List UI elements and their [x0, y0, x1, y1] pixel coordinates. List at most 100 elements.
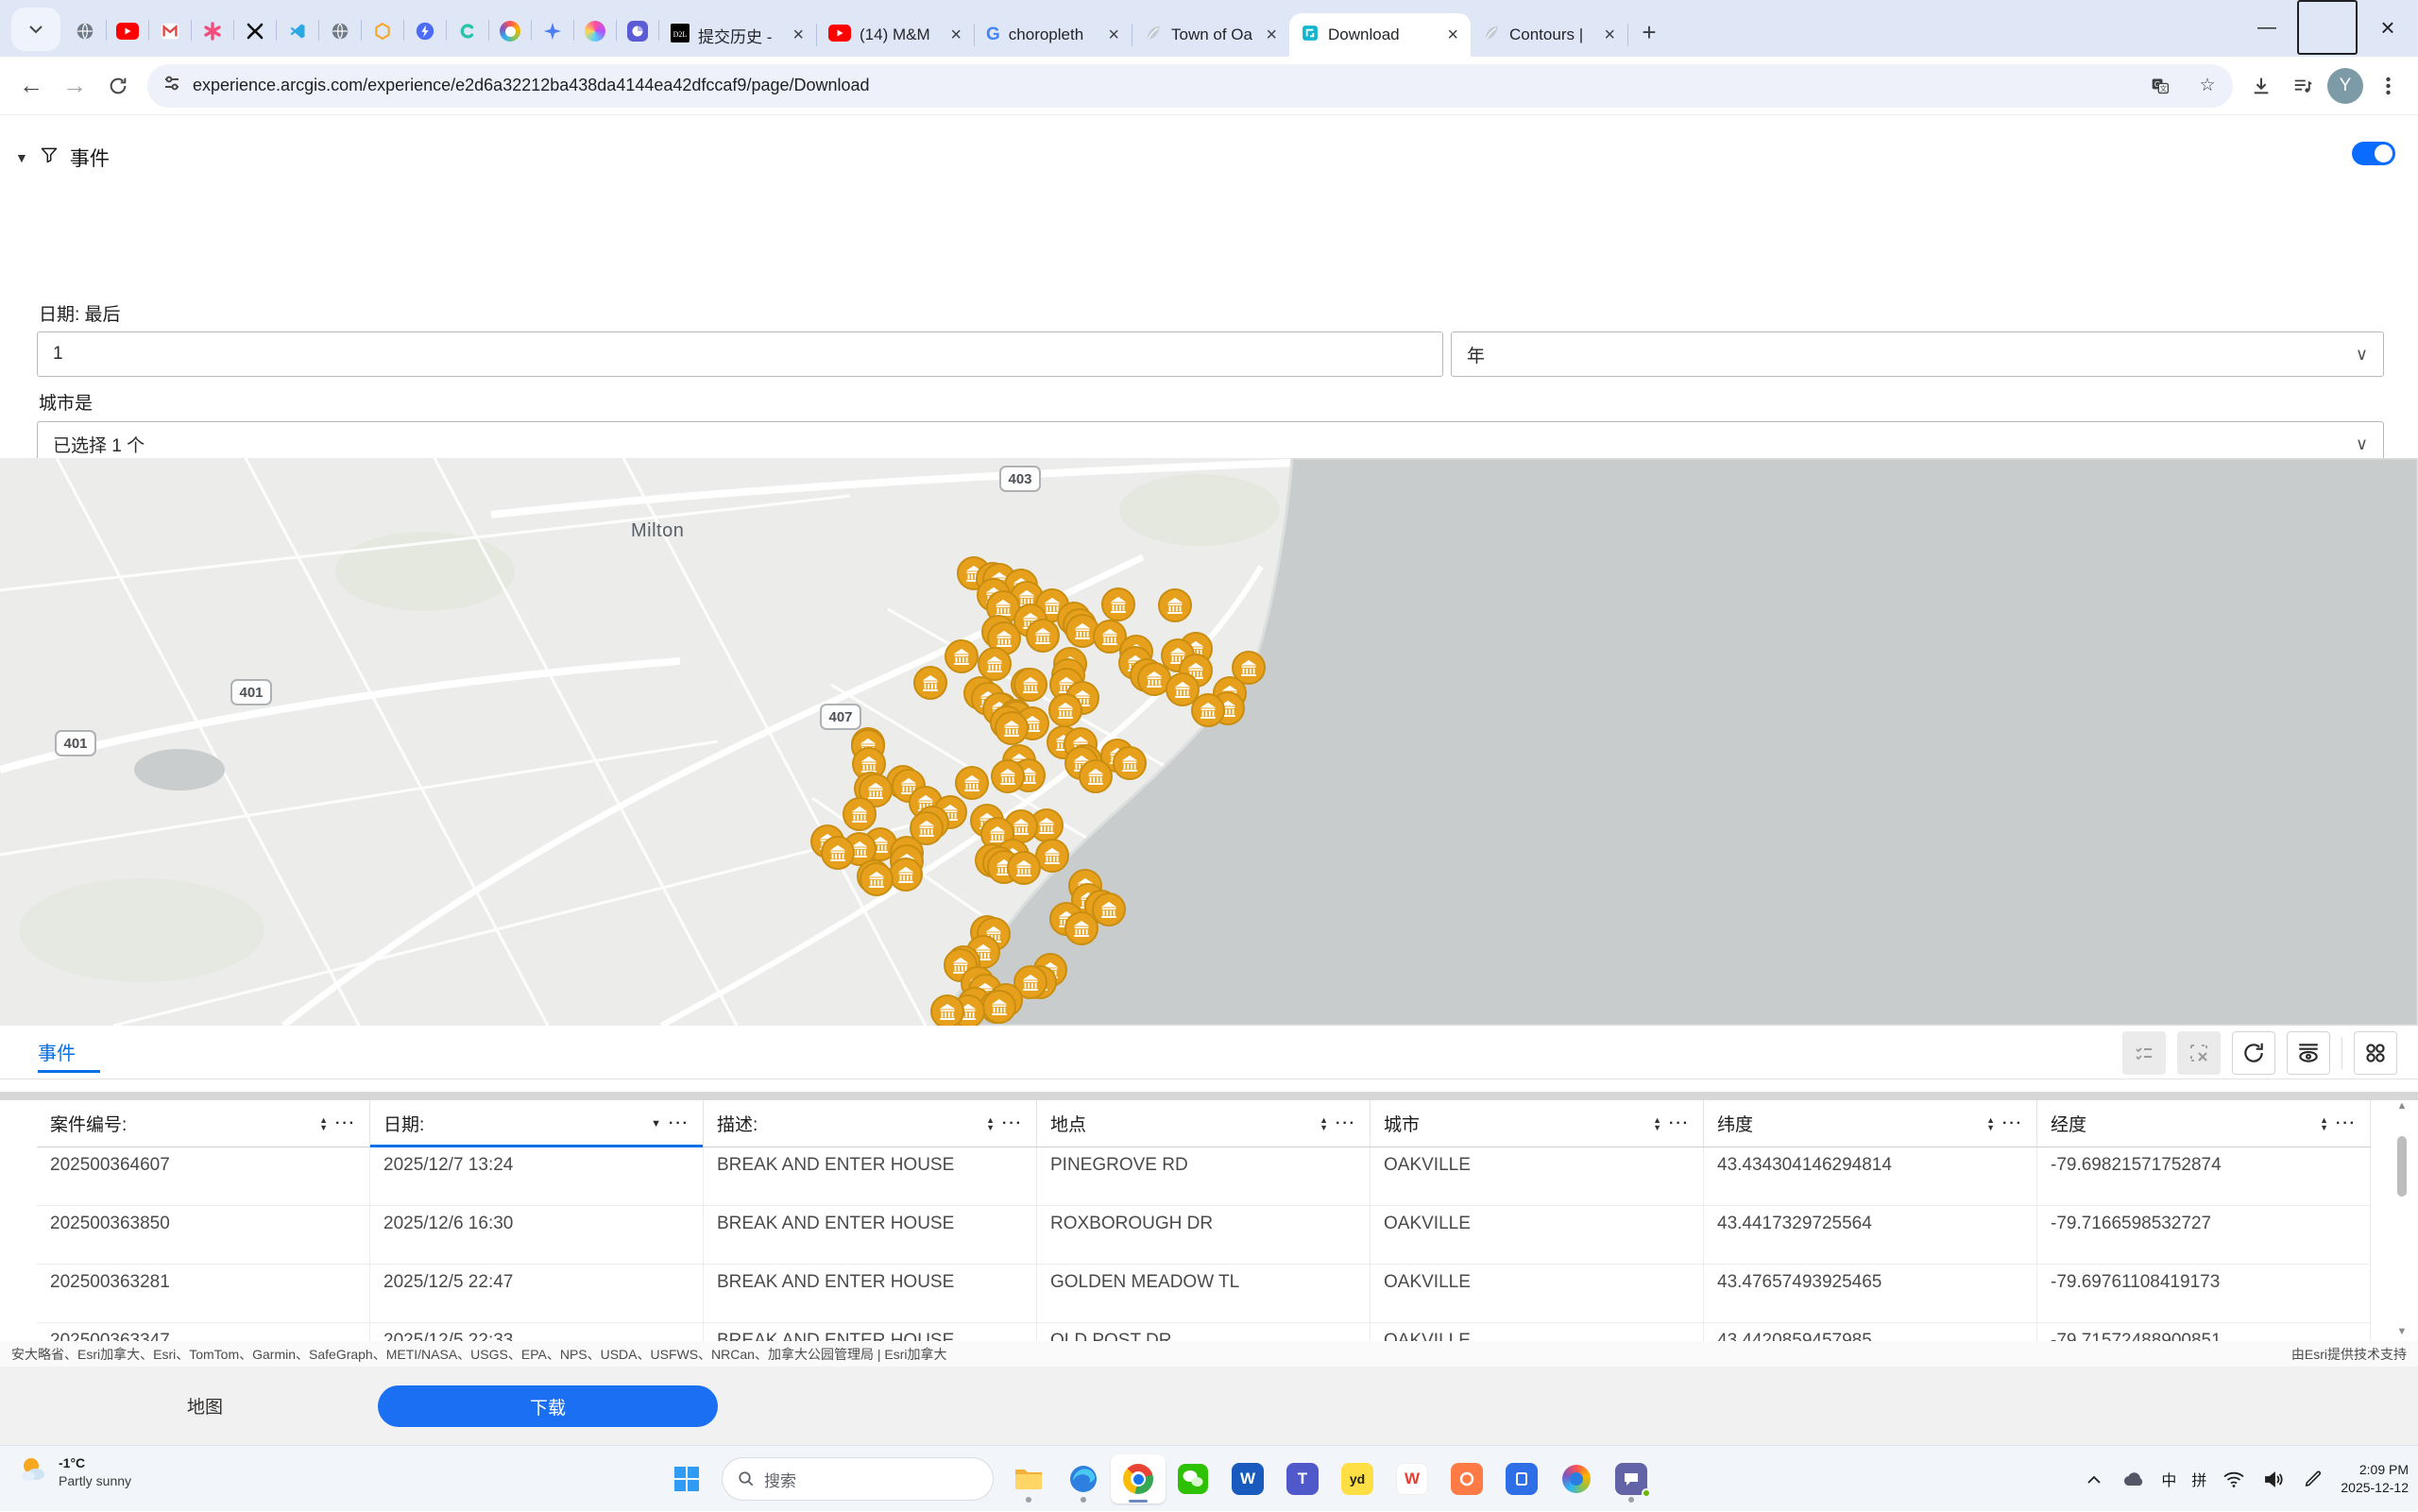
tab-search-button[interactable]	[11, 8, 60, 51]
date-unit-select[interactable]: 年∨	[1451, 331, 2384, 377]
pinned-tab-blob-icon[interactable]	[574, 14, 616, 48]
map-widget[interactable]: Milton 403 401 401 407	[0, 458, 2418, 1026]
column-header[interactable]: 地点▲▼···	[1037, 1100, 1371, 1147]
date-value-input[interactable]: 1	[37, 331, 1443, 377]
incident-marker-icon[interactable]	[991, 759, 1025, 793]
pinned-tab-c-app-icon[interactable]	[447, 14, 488, 48]
tab-close-icon[interactable]: ×	[1601, 25, 1618, 46]
bookmark-star-icon[interactable]: ☆	[2189, 68, 2225, 104]
column-header[interactable]: 案件编号:▲▼···	[37, 1100, 370, 1147]
ime-mode-button[interactable]: 拼	[2191, 1468, 2206, 1490]
pinned-tab-ring-icon[interactable]	[489, 14, 531, 48]
column-header[interactable]: 纬度▲▼···	[1704, 1100, 2037, 1147]
start-button[interactable]	[659, 1454, 714, 1504]
tab-close-icon[interactable]: ×	[947, 25, 964, 46]
table-row[interactable]: 2025003633472025/12/5 22:33BREAK AND ENT…	[37, 1323, 2371, 1341]
refresh-button[interactable]	[2232, 1031, 2275, 1075]
sort-icon[interactable]: ▲▼	[1986, 1116, 1995, 1131]
browser-tab-4[interactable]: Town of Oa×	[1132, 13, 1289, 57]
nav-map-link[interactable]: 地图	[187, 1393, 223, 1419]
pinned-tab-asterisk-icon[interactable]	[192, 14, 233, 48]
incident-marker-icon[interactable]	[955, 766, 989, 800]
scroll-up-icon[interactable]: ▲	[2397, 1100, 2408, 1112]
column-menu-icon[interactable]: ···	[2002, 1115, 2023, 1132]
close-button[interactable]: ×	[2358, 0, 2418, 55]
sort-icon[interactable]: ▲▼	[2320, 1116, 2328, 1131]
tab-close-icon[interactable]: ×	[1263, 25, 1280, 46]
clear-selection-button[interactable]	[2177, 1031, 2221, 1075]
column-menu-icon[interactable]: ···	[669, 1115, 690, 1132]
taskbar-app-wechat[interactable]	[1166, 1454, 1220, 1504]
column-menu-icon[interactable]: ···	[2336, 1115, 2357, 1132]
taskbar-app-edge[interactable]	[1056, 1454, 1111, 1504]
column-menu-icon[interactable]: ···	[1002, 1115, 1023, 1132]
incident-marker-icon[interactable]	[995, 711, 1029, 745]
translate-icon[interactable]: G文	[2142, 68, 2178, 104]
restore-button[interactable]	[2297, 0, 2358, 55]
pinned-tab-bolt-icon[interactable]	[404, 14, 446, 48]
back-button[interactable]: ←	[9, 64, 53, 108]
weather-widget[interactable]: -1°CPartly sunny	[17, 1453, 131, 1490]
collapse-caret-icon[interactable]: ▼	[15, 150, 28, 165]
incident-marker-icon[interactable]	[1113, 746, 1147, 780]
downloads-icon[interactable]	[2240, 65, 2282, 107]
reload-button[interactable]	[96, 64, 140, 108]
browser-menu-icon[interactable]	[2367, 65, 2409, 107]
profile-avatar[interactable]: Y	[2327, 68, 2363, 104]
table-scrollbar[interactable]: ▲ ▼	[2393, 1100, 2410, 1337]
incident-marker-icon[interactable]	[1191, 693, 1225, 727]
incident-marker-icon[interactable]	[1026, 619, 1060, 653]
incident-marker-icon[interactable]	[889, 858, 923, 892]
ime-language-button[interactable]: 中	[2161, 1468, 2176, 1490]
forward-button[interactable]: →	[53, 64, 96, 108]
sort-desc-icon[interactable]: ▼	[651, 1118, 661, 1130]
taskbar-app-browser-circle[interactable]	[1549, 1454, 1604, 1504]
pinned-tab-mark-icon[interactable]	[234, 14, 276, 48]
filter-toggle[interactable]	[2352, 142, 2395, 165]
taskbar-app-teams[interactable]: T	[1275, 1454, 1330, 1504]
pinned-tab-globe-icon[interactable]	[319, 14, 361, 48]
new-tab-button[interactable]: +	[1628, 11, 1670, 53]
show-hide-columns-button[interactable]	[2287, 1031, 2330, 1075]
pinned-tab-vscode-icon[interactable]	[277, 14, 318, 48]
incident-marker-icon[interactable]	[913, 666, 947, 700]
onedrive-cloud-icon[interactable]	[2121, 1471, 2146, 1487]
pen-icon[interactable]	[2301, 1470, 2325, 1487]
taskbar-search[interactable]: 搜索	[722, 1457, 994, 1501]
taskbar-app-file-explorer[interactable]	[1001, 1454, 1056, 1504]
pinned-tab-globe-icon[interactable]	[64, 14, 106, 48]
incident-marker-icon[interactable]	[843, 797, 877, 831]
incident-marker-icon[interactable]	[821, 836, 855, 870]
column-header[interactable]: 城市▲▼···	[1371, 1100, 1704, 1147]
minimize-button[interactable]: —	[2237, 0, 2297, 55]
incident-marker-icon[interactable]	[1101, 587, 1135, 621]
scroll-down-icon[interactable]: ▼	[2397, 1326, 2408, 1337]
sort-icon[interactable]: ▲▼	[1653, 1116, 1661, 1131]
taskbar-clock[interactable]: 2:09 PM 2025-12-12	[2341, 1461, 2409, 1497]
show-selection-button[interactable]	[2122, 1031, 2166, 1075]
tray-expand-icon[interactable]	[2082, 1475, 2106, 1484]
column-header[interactable]: 日期:▼···	[370, 1100, 704, 1147]
table-row[interactable]: 2025003638502025/12/6 16:30BREAK AND ENT…	[37, 1206, 2371, 1265]
sort-icon[interactable]: ▲▼	[986, 1116, 995, 1131]
taskbar-app-word[interactable]: W	[1220, 1454, 1275, 1504]
taskbar-app-teams-chat[interactable]	[1604, 1454, 1659, 1504]
pinned-tab-hexagon-icon[interactable]	[362, 14, 403, 48]
column-header[interactable]: 经度▲▼···	[2037, 1100, 2371, 1147]
browser-tab-3[interactable]: Gchoropleth×	[975, 13, 1132, 57]
incident-marker-icon[interactable]	[930, 994, 964, 1026]
volume-icon[interactable]	[2261, 1471, 2286, 1487]
column-menu-icon[interactable]: ···	[335, 1115, 356, 1132]
incident-marker-icon[interactable]	[1013, 668, 1047, 702]
table-row[interactable]: 2025003646072025/12/7 13:24BREAK AND ENT…	[37, 1147, 2371, 1206]
table-tab-events[interactable]: 事件	[38, 1038, 76, 1065]
pinned-tab-mail-icon[interactable]	[149, 14, 191, 48]
incident-marker-icon[interactable]	[1007, 851, 1041, 885]
tab-close-icon[interactable]: ×	[1105, 25, 1122, 46]
taskbar-app-chrome[interactable]	[1111, 1454, 1166, 1504]
scroll-thumb[interactable]	[2397, 1136, 2407, 1197]
pinned-tab-pie-app-icon[interactable]	[617, 14, 658, 48]
tab-close-icon[interactable]: ×	[1444, 25, 1461, 46]
browser-tab-1[interactable]: D2L提交历史 -×	[659, 13, 816, 57]
pinned-tab-spark-icon[interactable]	[532, 14, 573, 48]
